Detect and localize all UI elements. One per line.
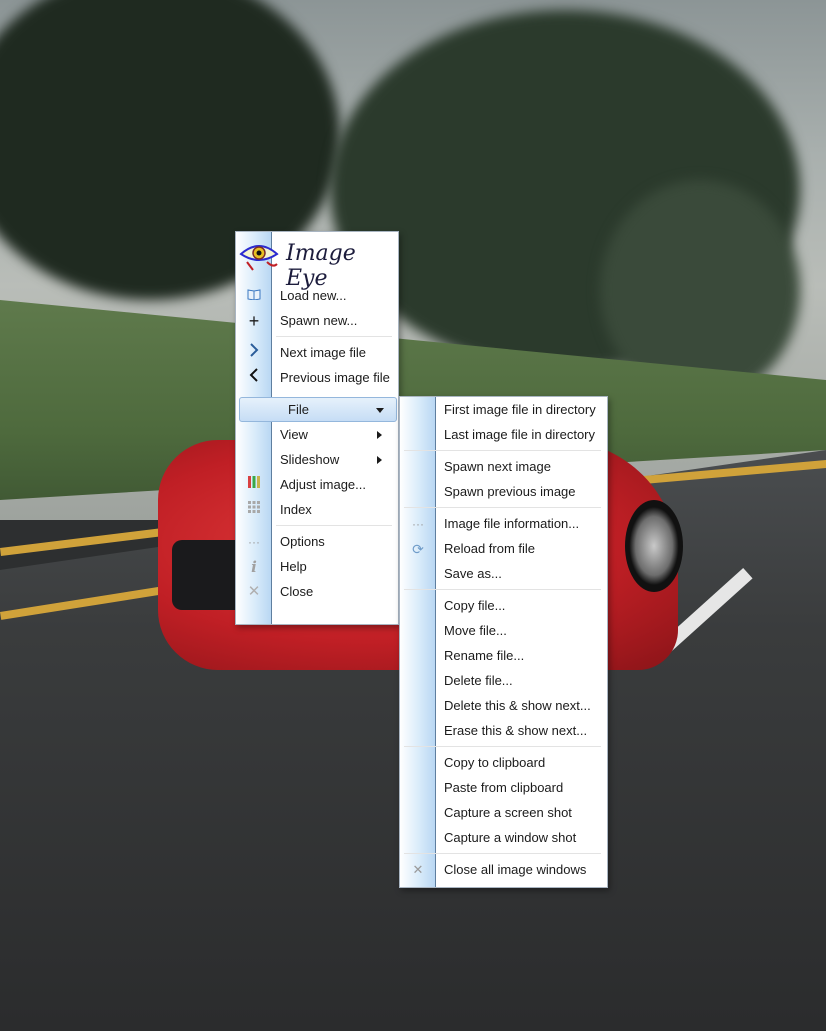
menu-item-label: Slideshow [280,452,340,467]
menu-item-label: Delete file... [444,673,513,688]
menu-item-label: Paste from clipboard [444,780,564,795]
menu-item-load-new[interactable]: Load new... [236,284,398,308]
menu-item-label: Copy file... [444,598,506,613]
menu-item-label: Close [280,584,314,599]
menu-item-options[interactable]: ··· Options [236,530,398,554]
menu-item-delete-show-next[interactable]: Delete this & show next... [400,694,607,718]
ellipsis-icon: ··· [248,535,260,549]
menu-item-adjust-image[interactable]: Adjust image... [236,473,398,497]
app-logo: Image Eye [236,232,398,291]
menu-item-save-as[interactable]: Save as... [400,562,607,586]
separator [404,450,601,451]
menu-item-rename-file[interactable]: Rename file... [400,644,607,668]
eye-logo-icon [239,238,281,275]
menu-item-label: Spawn new... [280,313,358,328]
chevron-down-icon [376,408,384,413]
menu-item-label: Image file information... [444,516,580,531]
menu-item-label: Capture a screen shot [444,805,572,820]
menu-item-close-all[interactable]: ✕ Close all image windows [400,858,607,882]
menu-item-label: Move file... [444,623,507,638]
info-icon: i [251,558,257,576]
separator [276,336,392,337]
menu-item-move-file[interactable]: Move file... [400,619,607,643]
menu-item-label: Capture a window shot [444,830,577,845]
menu-item-image-info[interactable]: ··· Image file information... [400,512,607,536]
menu-item-file[interactable]: File [236,398,398,422]
menu-item-label: File [288,402,309,417]
menu-item-label: Erase this & show next... [444,723,588,738]
menu-item-label: Delete this & show next... [444,698,591,713]
menu-item-spawn-new[interactable]: + Spawn new... [236,309,398,333]
chevron-right-icon [377,431,382,439]
menu-item-label: Copy to clipboard [444,755,546,770]
menu-item-copy-file[interactable]: Copy file... [400,594,607,618]
separator [404,589,601,590]
grid-icon [244,500,264,520]
open-book-icon [244,286,264,306]
chevron-left-icon [244,368,264,388]
separator [276,525,392,526]
separator [404,853,601,854]
menu-item-label: Spawn next image [444,459,551,474]
menu-item-next-image[interactable]: Next image file [236,341,398,365]
menu-item-last-image[interactable]: Last image file in directory [400,423,607,447]
menu-item-view[interactable]: View [236,423,398,447]
menu-item-label: Previous image file [280,370,390,385]
plus-icon: + [248,311,260,331]
menu-item-erase-show-next[interactable]: Erase this & show next... [400,719,607,743]
menu-item-label: Next image file [280,345,366,360]
menu-item-label: Options [280,534,325,549]
menu-item-label: View [280,427,308,442]
menu-item-slideshow[interactable]: Slideshow [236,448,398,472]
menu-item-spawn-next[interactable]: Spawn next image [400,455,607,479]
menu-item-label: First image file in directory [444,402,596,417]
menu-item-capture-screen[interactable]: Capture a screen shot [400,801,607,825]
chevron-right-icon [244,343,264,363]
context-menu: Image Eye Load new... + Spawn new... Nex… [235,231,399,625]
menu-item-label: Index [280,502,312,517]
menu-item-label: Adjust image... [280,477,366,492]
menu-item-paste-clipboard[interactable]: Paste from clipboard [400,776,607,800]
menu-item-label: Rename file... [444,648,525,663]
ellipsis-icon: ··· [412,517,424,531]
reload-icon: ⟳ [412,541,424,557]
menu-item-previous-image[interactable]: Previous image file [236,366,398,390]
menu-item-help[interactable]: i Help [236,555,398,579]
menu-item-label: Save as... [444,566,502,581]
chevron-right-icon [377,456,382,464]
close-all-icon: ✕ [412,862,424,877]
menu-item-label: Load new... [280,288,347,303]
menu-item-spawn-previous[interactable]: Spawn previous image [400,480,607,504]
menu-item-label: Help [280,559,307,574]
color-bars-icon [244,475,264,495]
menu-item-index[interactable]: Index [236,498,398,522]
menu-item-copy-clipboard[interactable]: Copy to clipboard [400,751,607,775]
menu-item-label: Spawn previous image [444,484,576,499]
menu-item-capture-window[interactable]: Capture a window shot [400,826,607,850]
close-icon: ✕ [247,583,261,600]
menu-item-reload[interactable]: ⟳ Reload from file [400,537,607,561]
menu-item-label: Reload from file [444,541,536,556]
separator [404,507,601,508]
menu-item-close[interactable]: ✕ Close [236,580,398,604]
file-submenu: First image file in directory Last image… [399,396,608,888]
menu-item-label: Close all image windows [444,862,587,877]
menu-item-delete-file[interactable]: Delete file... [400,669,607,693]
menu-item-label: Last image file in directory [444,427,596,442]
menu-item-first-image[interactable]: First image file in directory [400,398,607,422]
separator [404,746,601,747]
car-wheel [625,500,683,592]
